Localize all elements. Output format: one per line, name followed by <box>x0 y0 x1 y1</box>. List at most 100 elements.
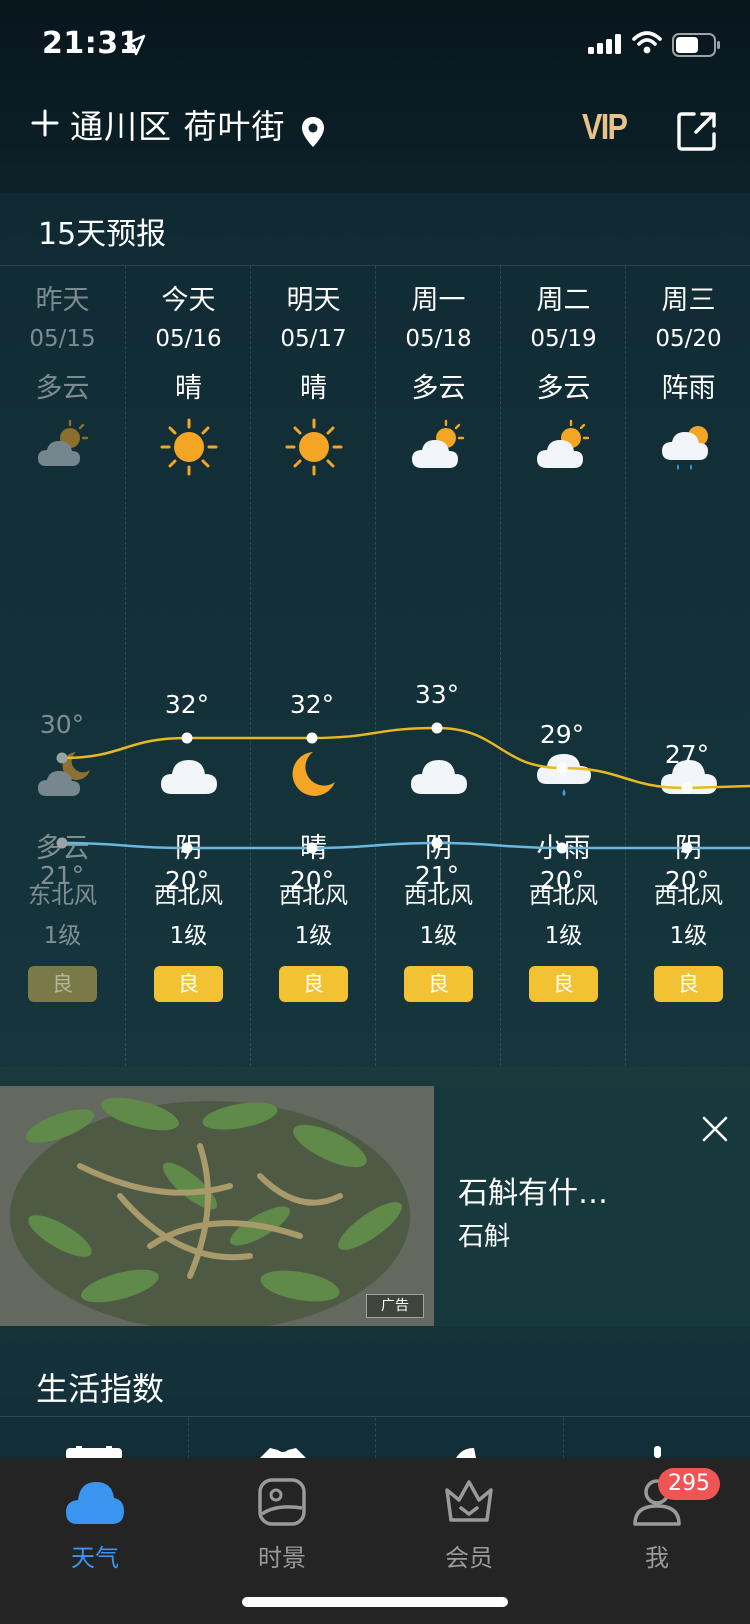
calendar-icon[interactable] <box>66 1446 122 1458</box>
status-bar: 21:31 <box>0 0 750 90</box>
high-temp-point <box>681 782 693 794</box>
tab-label: 天气 <box>71 1544 119 1572</box>
day-condition: 多云 <box>35 373 90 404</box>
forecast-day-column[interactable]: 今天 05/16 晴 阴 西北风 1级 良 <box>125 266 251 1066</box>
plant-photo <box>0 1086 434 1326</box>
aqi-badge: 良 <box>279 966 348 1002</box>
wind-level: 1级 <box>294 923 333 949</box>
home-indicator[interactable] <box>242 1597 508 1607</box>
tab-scenery[interactable]: 时景 <box>222 1470 342 1580</box>
low-temp-point <box>56 837 68 849</box>
day-date: 05/17 <box>280 326 347 352</box>
life-index-title: 生活指数 <box>36 1370 165 1408</box>
forecast-day-column[interactable]: 周一 05/18 多云 阴 西北风 1级 良 <box>375 266 501 1066</box>
low-temp-label: 20° <box>664 866 710 895</box>
umbrella-icon[interactable] <box>452 1446 480 1458</box>
high-temp-point <box>556 762 568 774</box>
aqi-badge: 良 <box>404 966 473 1002</box>
partly-cloudy-icon <box>38 419 89 466</box>
partly-cloudy-icon <box>412 419 465 468</box>
weather-cloud-icon <box>66 1482 124 1524</box>
tab-member[interactable]: 会员 <box>409 1470 529 1580</box>
wifi-icon <box>632 31 662 54</box>
close-icon[interactable] <box>700 1114 730 1144</box>
high-temp-label: 27° <box>664 740 710 769</box>
high-temp-label: 32° <box>164 690 210 719</box>
temperature-chart <box>56 722 750 854</box>
day-name: 昨天 <box>35 285 90 316</box>
low-temp-label: 21° <box>414 861 460 890</box>
divider <box>188 1418 189 1458</box>
low-temp-label: 20° <box>164 866 210 895</box>
wind-level: 1级 <box>419 923 458 949</box>
low-temp-point <box>181 842 193 854</box>
low-temp-point <box>556 842 568 854</box>
high-temp-label: 30° <box>39 710 85 739</box>
scenery-icon <box>258 1478 306 1526</box>
member-crown-icon <box>445 1480 493 1522</box>
add-city-icon[interactable] <box>30 108 60 138</box>
ad-banner[interactable]: 广告 石斛有什… 石斛 <box>0 1086 750 1326</box>
day-name: 周三 <box>661 285 716 316</box>
low-temp-point <box>431 837 443 849</box>
divider <box>0 1416 750 1417</box>
thermometer-icon[interactable] <box>652 1446 664 1458</box>
day-condition: 晴 <box>300 373 327 404</box>
low-temp-label: 21° <box>39 861 85 890</box>
notification-badge: 295 <box>658 1468 720 1500</box>
day-condition: 多云 <box>536 373 591 404</box>
vip-button[interactable]: VIP <box>582 106 628 148</box>
high-temp-label: 33° <box>414 680 460 709</box>
top-header: 通川区 荷叶街 VIP <box>0 90 750 176</box>
share-icon[interactable] <box>676 110 718 152</box>
forecast-panel: 15天预报 昨天 05/15 多云 多云 东北风 1级 良 今天 05/16 晴 <box>0 193 750 1067</box>
wind-level: 1级 <box>43 923 82 949</box>
tab-weather[interactable]: 天气 <box>35 1470 155 1580</box>
high-temp-point <box>431 722 443 734</box>
day-name: 今天 <box>161 285 216 316</box>
wind-level: 1级 <box>544 923 583 949</box>
tab-label: 会员 <box>445 1544 493 1572</box>
low-temp-label: 20° <box>289 866 335 895</box>
aqi-badge: 良 <box>154 966 223 1002</box>
low-temp-line <box>61 841 750 850</box>
aqi-badge: 良 <box>654 966 723 1002</box>
day-date: 05/19 <box>530 326 597 352</box>
tab-label: 我 <box>645 1544 669 1572</box>
day-date: 05/15 <box>29 326 96 352</box>
forecast-day-column[interactable]: 周三 05/20 阵雨 阴 西北风 1级 良 <box>625 266 750 1066</box>
sun-icon <box>160 418 218 476</box>
day-condition: 晴 <box>175 373 202 404</box>
sun-icon <box>285 418 343 476</box>
low-temp-label: 20° <box>539 866 585 895</box>
forecast-day-column[interactable]: 昨天 05/15 多云 多云 东北风 1级 良 <box>0 266 125 1066</box>
partly-cloudy-icon <box>537 419 590 468</box>
ad-image[interactable]: 广告 <box>0 1086 434 1326</box>
low-temp-point <box>681 842 693 854</box>
life-index-section: 生活指数 <box>0 1346 750 1458</box>
forecast-day-column[interactable]: 周二 05/19 多云 小雨 西北风 1级 良 <box>500 266 626 1066</box>
low-temp-point <box>306 842 318 854</box>
location-arrow-icon <box>124 34 146 56</box>
aqi-badge: 良 <box>28 966 97 1002</box>
forecast-day-column[interactable]: 明天 05/17 晴 晴 西北风 1级 良 <box>250 266 376 1066</box>
day-date: 05/16 <box>155 326 222 352</box>
cellular-signal-icon <box>588 34 621 54</box>
divider <box>563 1418 564 1458</box>
location-name[interactable]: 通川区 荷叶街 <box>70 100 286 148</box>
clothing-icon[interactable] <box>260 1446 306 1458</box>
day-name: 明天 <box>286 285 341 316</box>
forecast-title: 15天预报 <box>38 217 167 252</box>
divider <box>375 1418 376 1458</box>
wind-level: 1级 <box>169 923 208 949</box>
location-pin-icon <box>302 117 324 147</box>
ad-title[interactable]: 石斛有什… <box>458 1168 608 1212</box>
day-date: 05/18 <box>405 326 472 352</box>
high-temp-point <box>181 732 193 744</box>
day-date: 05/20 <box>655 326 722 352</box>
aqi-badge: 良 <box>529 966 598 1002</box>
high-temp-point <box>56 752 68 764</box>
day-name: 周二 <box>536 285 591 316</box>
shower-icon <box>662 426 708 470</box>
high-temp-point <box>306 732 318 744</box>
